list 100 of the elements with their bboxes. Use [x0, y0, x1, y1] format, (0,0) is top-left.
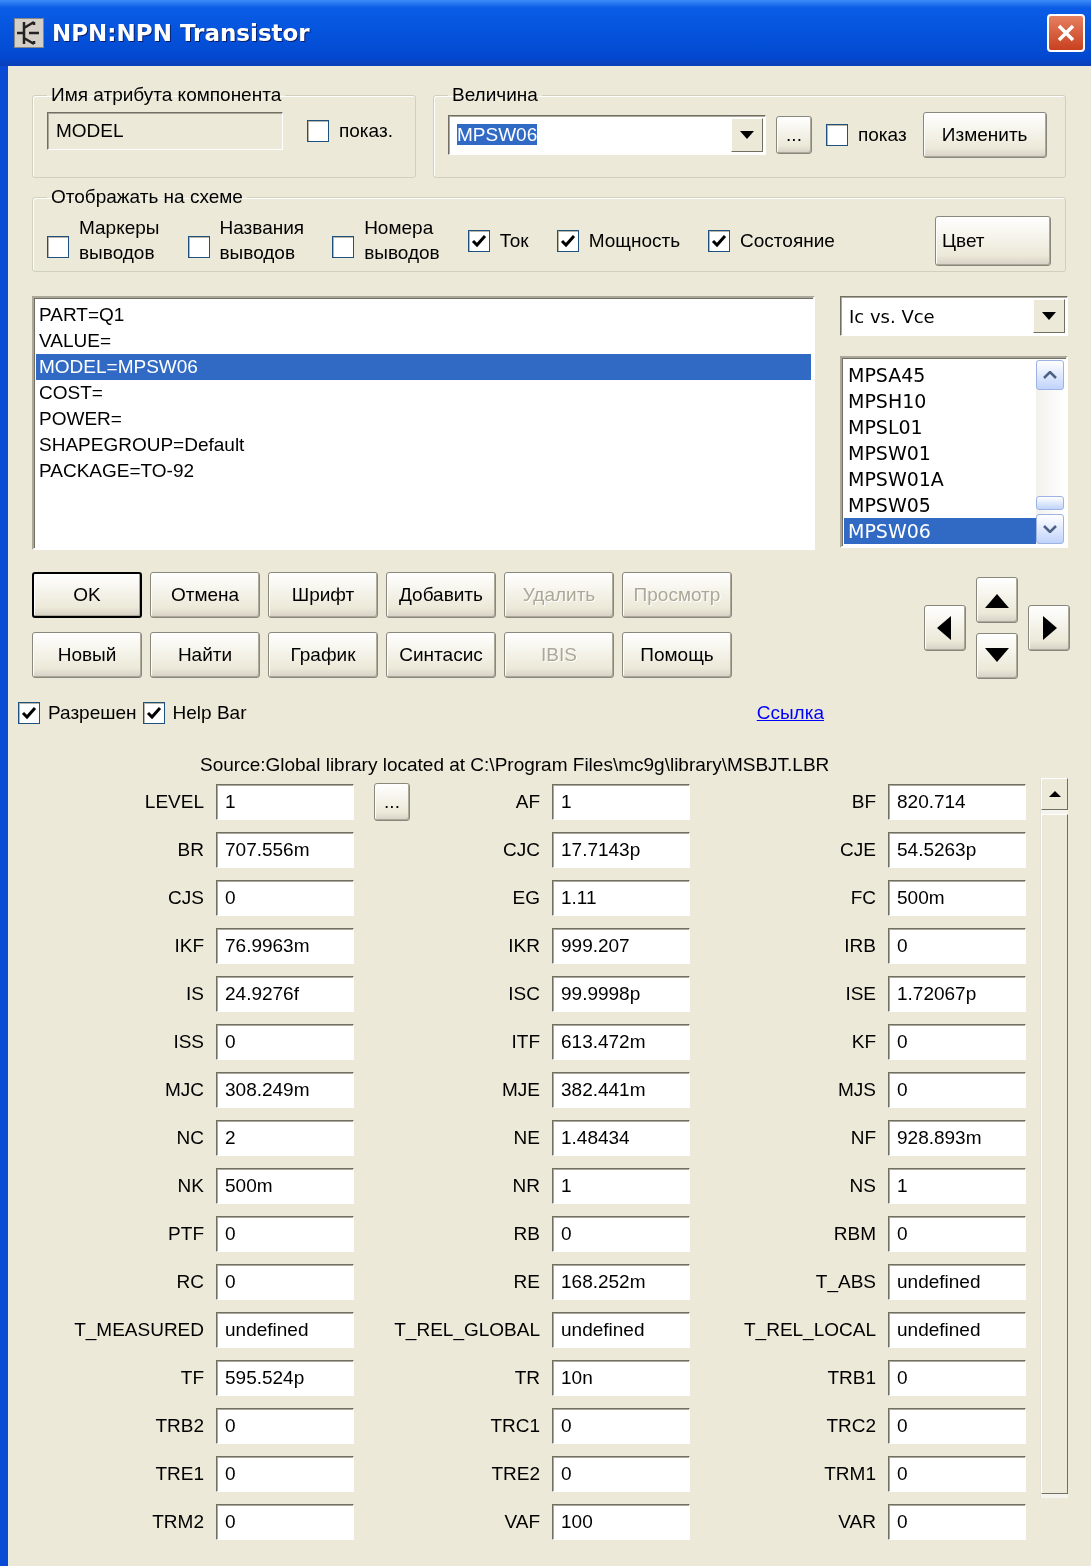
- browse-button[interactable]: ...: [776, 116, 812, 154]
- parameter-field[interactable]: 24.9276f: [216, 976, 354, 1012]
- list-item[interactable]: MPSW01A: [844, 466, 1036, 492]
- dialog-button[interactable]: OK: [32, 572, 142, 618]
- reference-link[interactable]: Ссылка: [756, 702, 824, 724]
- parameter-field[interactable]: 100: [552, 1504, 690, 1540]
- checkbox[interactable]: [18, 702, 40, 724]
- parameter-field[interactable]: 0: [216, 1216, 354, 1252]
- dialog-button[interactable]: Синтасис: [386, 632, 496, 678]
- list-item[interactable]: PACKAGE=TO-92: [36, 458, 811, 484]
- parameter-field[interactable]: 0: [888, 1504, 1026, 1540]
- parameter-field[interactable]: 0: [552, 1216, 690, 1252]
- parameter-field[interactable]: 168.252m: [552, 1264, 690, 1300]
- dialog-button[interactable]: Помощь: [622, 632, 732, 678]
- list-item[interactable]: MPSL01: [844, 414, 1036, 440]
- up-arrow-button[interactable]: [976, 577, 1018, 623]
- parameter-label: CJC: [503, 839, 540, 861]
- parameter-field[interactable]: 0: [552, 1456, 690, 1492]
- parameter-field[interactable]: 0: [888, 1360, 1026, 1396]
- parameter-field[interactable]: 99.9998p: [552, 976, 690, 1012]
- parameter-field[interactable]: 1.48434: [552, 1120, 690, 1156]
- parameter-field[interactable]: undefined: [216, 1312, 354, 1348]
- parameter-field[interactable]: 0: [888, 1456, 1026, 1492]
- parameter-label: ISC: [508, 983, 540, 1005]
- parameter-field[interactable]: 1.11: [552, 880, 690, 916]
- parameter-field[interactable]: 1.72067p: [888, 976, 1026, 1012]
- checkbox[interactable]: [467, 230, 490, 252]
- checkbox[interactable]: [332, 236, 355, 258]
- close-button[interactable]: [1047, 14, 1085, 52]
- left-arrow-button[interactable]: [924, 605, 966, 651]
- list-item[interactable]: POWER=: [36, 406, 811, 432]
- parameter-field[interactable]: 1: [216, 784, 354, 820]
- scrollbar[interactable]: [1036, 360, 1064, 544]
- parameter-field[interactable]: 999.207: [552, 928, 690, 964]
- checkbox[interactable]: [187, 236, 210, 258]
- list-item[interactable]: COST=: [36, 380, 811, 406]
- parameter-field[interactable]: 0: [888, 1072, 1026, 1108]
- parameter-field[interactable]: undefined: [888, 1264, 1026, 1300]
- parameter-field[interactable]: 0: [888, 1408, 1026, 1444]
- down-arrow-button[interactable]: [976, 633, 1018, 679]
- parameter-field[interactable]: 0: [216, 1264, 354, 1300]
- parameter-field[interactable]: 308.249m: [216, 1072, 354, 1108]
- scroll-thumb[interactable]: [1036, 496, 1064, 510]
- list-item[interactable]: MPSA45: [844, 362, 1036, 388]
- parameter-field[interactable]: 1: [552, 784, 690, 820]
- parameter-field[interactable]: 0: [552, 1408, 690, 1444]
- parameter-field[interactable]: 820.714: [888, 784, 1026, 820]
- browse-button[interactable]: ...: [374, 783, 410, 821]
- dialog-button[interactable]: Шрифт: [268, 572, 378, 618]
- checkbox[interactable]: [556, 230, 579, 252]
- parameter-field[interactable]: 10n: [552, 1360, 690, 1396]
- checkbox[interactable]: [708, 230, 731, 252]
- parameter-field[interactable]: 707.556m: [216, 832, 354, 868]
- parameter-field[interactable]: 0: [216, 1408, 354, 1444]
- dialog-button[interactable]: График: [268, 632, 378, 678]
- list-item[interactable]: PART=Q1: [36, 302, 811, 328]
- parameter-field[interactable]: undefined: [552, 1312, 690, 1348]
- list-item[interactable]: MPSH10: [844, 388, 1036, 414]
- list-item[interactable]: MPSW01: [844, 440, 1036, 466]
- value-combo-box[interactable]: MPSW06: [448, 115, 766, 155]
- plot-dropdown[interactable]: Ic vs. Vce: [840, 296, 1068, 336]
- parameter-field[interactable]: 0: [888, 1024, 1026, 1060]
- list-item[interactable]: MPSW06: [844, 518, 1036, 544]
- list-item[interactable]: MPSW05: [844, 492, 1036, 518]
- model-list[interactable]: MPSA45 MPSH10 MPSL01 MPSW01 MPSW01A MPSW05 MPSW06: [840, 356, 1068, 548]
- right-arrow-button[interactable]: [1028, 605, 1070, 651]
- dialog-button[interactable]: Отмена: [150, 572, 260, 618]
- parameter-field[interactable]: 0: [216, 1456, 354, 1492]
- parameter-field[interactable]: 500m: [888, 880, 1026, 916]
- parameter-field[interactable]: 0: [216, 1504, 354, 1540]
- parameter-field[interactable]: 928.893m: [888, 1120, 1026, 1156]
- parameter-field[interactable]: 0: [888, 928, 1026, 964]
- dialog-button[interactable]: Новый: [32, 632, 142, 678]
- parameter-field[interactable]: 500m: [216, 1168, 354, 1204]
- list-item[interactable]: VALUE=: [36, 328, 811, 354]
- attribute-name-field[interactable]: MODEL: [47, 112, 283, 150]
- attribute-list[interactable]: PART=Q1 VALUE= MODEL=MPSW06 COST= POWER= SHAPEGROUP=Default PACKAGE=TO-92: [32, 296, 815, 550]
- parameter-field[interactable]: 1: [552, 1168, 690, 1204]
- parameter-field[interactable]: 613.472m: [552, 1024, 690, 1060]
- parameter-field[interactable]: 54.5263p: [888, 832, 1026, 868]
- dialog-button[interactable]: Добавить: [386, 572, 496, 618]
- parameter-field[interactable]: 0: [216, 1024, 354, 1060]
- parameter-field[interactable]: 382.441m: [552, 1072, 690, 1108]
- parameter-field[interactable]: 2: [216, 1120, 354, 1156]
- checkbox[interactable]: [307, 120, 329, 142]
- list-item[interactable]: MODEL=MPSW06: [36, 354, 811, 380]
- parameter-field[interactable]: 595.524p: [216, 1360, 354, 1396]
- list-item[interactable]: SHAPEGROUP=Default: [36, 432, 811, 458]
- change-button[interactable]: Изменить: [922, 112, 1047, 158]
- parameter-field[interactable]: 1: [888, 1168, 1026, 1204]
- parameter-field[interactable]: 0: [216, 880, 354, 916]
- dialog-button[interactable]: Найти: [150, 632, 260, 678]
- parameter-field[interactable]: 76.9963m: [216, 928, 354, 964]
- checkbox[interactable]: [826, 124, 848, 146]
- color-button[interactable]: Цвет: [935, 216, 1051, 266]
- parameter-field[interactable]: undefined: [888, 1312, 1026, 1348]
- checkbox[interactable]: [142, 702, 165, 724]
- parameter-field[interactable]: 17.7143p: [552, 832, 690, 868]
- parameter-field[interactable]: 0: [888, 1216, 1026, 1252]
- checkbox[interactable]: [47, 236, 69, 258]
